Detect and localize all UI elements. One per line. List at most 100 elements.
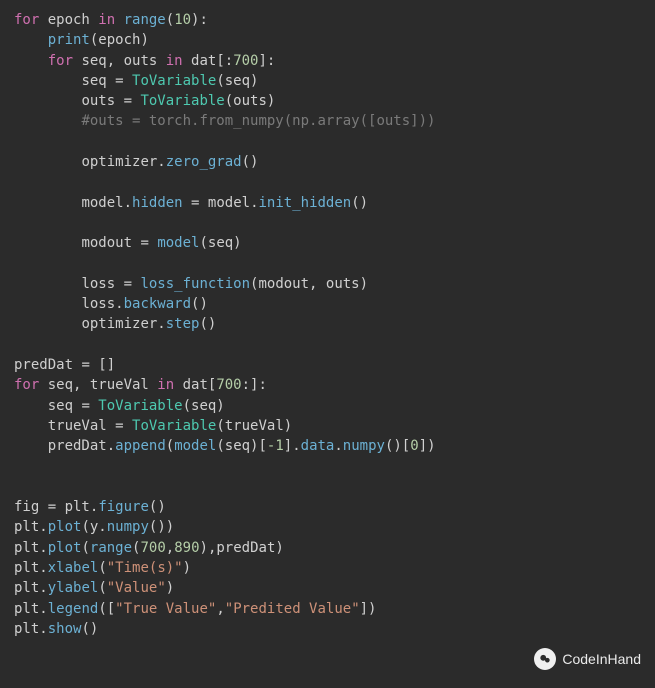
code-token: . bbox=[334, 438, 342, 454]
code-token: range bbox=[90, 540, 132, 556]
code-token: ) bbox=[183, 560, 191, 576]
code-token: . bbox=[39, 540, 47, 556]
code-token: "True Value" bbox=[115, 601, 216, 617]
code-token: ToVariable bbox=[98, 398, 182, 414]
code-token: seq, outs bbox=[81, 53, 165, 69]
code-token: [] bbox=[98, 357, 115, 373]
code-token: data bbox=[301, 438, 335, 454]
code-token: (seq) bbox=[183, 398, 225, 414]
watermark: CodeInHand bbox=[534, 648, 641, 670]
code-token: = bbox=[48, 499, 65, 515]
code-token: for bbox=[14, 12, 48, 28]
code-token: . bbox=[250, 195, 258, 211]
code-token: trueVal bbox=[48, 418, 115, 434]
code-token: (seq) bbox=[199, 235, 241, 251]
code-token: ToVariable bbox=[132, 418, 216, 434]
code-token: . bbox=[124, 195, 132, 211]
code-token: model bbox=[208, 195, 250, 211]
code-token: () bbox=[242, 154, 259, 170]
code-token: modout bbox=[81, 235, 140, 251]
code-token: [: bbox=[216, 53, 233, 69]
code-token: ]) bbox=[360, 601, 377, 617]
code-token: () bbox=[81, 621, 98, 637]
code-block: for epoch in range(10): print(epoch) for… bbox=[0, 0, 655, 649]
code-token: = bbox=[124, 276, 141, 292]
code-token: loss bbox=[81, 276, 123, 292]
code-token: 0 bbox=[410, 438, 418, 454]
code-token: = bbox=[81, 357, 98, 373]
code-token: fig bbox=[14, 499, 48, 515]
code-token: ): bbox=[191, 12, 208, 28]
code-token: ( bbox=[166, 12, 174, 28]
code-token: figure bbox=[98, 499, 149, 515]
code-token: = bbox=[81, 398, 98, 414]
code-token: "Value" bbox=[107, 580, 166, 596]
code-token: = bbox=[140, 235, 157, 251]
code-token: predDat bbox=[14, 357, 81, 373]
code-token: plt bbox=[14, 601, 39, 617]
code-token: . bbox=[39, 560, 47, 576]
code-token: ( bbox=[98, 580, 106, 596]
code-token: ]: bbox=[258, 53, 275, 69]
code-token: backward bbox=[124, 296, 191, 312]
code-token: range bbox=[124, 12, 166, 28]
code-token: "Predited Value" bbox=[225, 601, 360, 617]
code-token: . bbox=[157, 316, 165, 332]
code-token: dat bbox=[191, 53, 216, 69]
code-token: for bbox=[14, 377, 48, 393]
code-token: 700 bbox=[140, 540, 165, 556]
code-token: in bbox=[157, 377, 182, 393]
code-token: = bbox=[183, 195, 208, 211]
code-token: ( bbox=[98, 560, 106, 576]
code-token: = bbox=[124, 93, 141, 109]
code-token: legend bbox=[48, 601, 99, 617]
code-token: loss bbox=[81, 296, 115, 312]
code-token: zero_grad bbox=[166, 154, 242, 170]
code-token: . bbox=[115, 296, 123, 312]
code-token: step bbox=[166, 316, 200, 332]
code-token: = bbox=[115, 418, 132, 434]
code-token: numpy bbox=[343, 438, 385, 454]
code-token: #outs = torch.from_numpy(np.array([outs]… bbox=[81, 113, 435, 129]
code-token: ToVariable bbox=[132, 73, 216, 89]
code-token: . bbox=[39, 519, 47, 535]
code-token: ]) bbox=[419, 438, 436, 454]
code-token: dat bbox=[183, 377, 208, 393]
code-token: append bbox=[115, 438, 166, 454]
code-token: in bbox=[98, 12, 123, 28]
code-token: ([ bbox=[98, 601, 115, 617]
code-token: ToVariable bbox=[140, 93, 224, 109]
code-token: ()) bbox=[149, 519, 174, 535]
code-token: show bbox=[48, 621, 82, 637]
code-token: (y. bbox=[81, 519, 106, 535]
code-token: xlabel bbox=[48, 560, 99, 576]
code-token: () bbox=[199, 316, 216, 332]
code-token: = bbox=[115, 73, 132, 89]
code-token: 700 bbox=[216, 377, 241, 393]
code-token: ( bbox=[81, 540, 89, 556]
code-token: -1 bbox=[267, 438, 284, 454]
code-token: ]. bbox=[284, 438, 301, 454]
wechat-icon bbox=[534, 648, 556, 670]
code-token: optimizer bbox=[81, 316, 157, 332]
code-token: model bbox=[157, 235, 199, 251]
code-token: epoch bbox=[48, 12, 99, 28]
code-token: print bbox=[48, 32, 90, 48]
code-token: (modout, outs) bbox=[250, 276, 368, 292]
code-token: , bbox=[166, 540, 174, 556]
code-token: 10 bbox=[174, 12, 191, 28]
code-token: () bbox=[191, 296, 208, 312]
code-token: outs bbox=[81, 93, 123, 109]
code-token: ),predDat) bbox=[200, 540, 284, 556]
code-token: seq bbox=[48, 398, 82, 414]
code-token: seq, trueVal bbox=[48, 377, 158, 393]
code-token: :]: bbox=[242, 377, 267, 393]
code-token: in bbox=[166, 53, 191, 69]
code-token: (seq)[ bbox=[216, 438, 267, 454]
code-token: ()[ bbox=[385, 438, 410, 454]
code-token: . bbox=[39, 601, 47, 617]
code-token: . bbox=[157, 154, 165, 170]
code-token: plt bbox=[14, 519, 39, 535]
code-token: ylabel bbox=[48, 580, 99, 596]
code-token: ) bbox=[166, 580, 174, 596]
